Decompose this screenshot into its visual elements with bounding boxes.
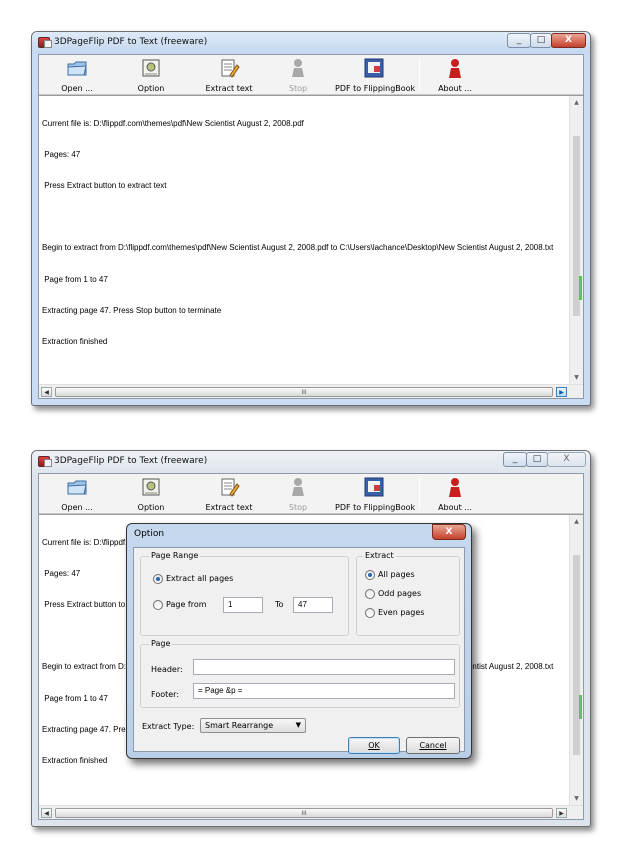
extract-title: Extract <box>363 551 396 560</box>
about-button[interactable]: About ... <box>435 57 475 93</box>
scroll-indicator <box>579 276 582 300</box>
cancel-button[interactable]: Cancel <box>406 737 460 754</box>
open-button[interactable]: Open ... <box>55 57 99 93</box>
vertical-scrollbar[interactable]: ▲ ▼ <box>569 515 583 805</box>
about-button[interactable]: About ... <box>435 476 475 512</box>
pdf-to-flippingbook-button[interactable]: PDF to FlippingBook <box>335 476 415 512</box>
extract-all-pages-radio[interactable]: Extract all pages <box>153 574 233 584</box>
scroll-down-arrow-icon[interactable]: ▼ <box>572 794 581 803</box>
scroll-down-arrow-icon[interactable]: ▼ <box>572 373 581 382</box>
pdf-to-flippingbook-button[interactable]: PDF to FlippingBook <box>335 57 415 93</box>
flippingbook-icon <box>364 477 384 497</box>
option-button[interactable]: Option <box>133 476 169 512</box>
log-line: Current file is: D:\flippdf.com\themes\p… <box>42 118 304 128</box>
page-range-title: Page Range <box>149 551 201 560</box>
dialog-body: Page Range Extract all pages Page from 1… <box>133 547 465 754</box>
option-icon <box>142 478 160 496</box>
extract-text-icon <box>221 59 240 78</box>
minimize-button[interactable]: _ <box>507 33 531 48</box>
scroll-up-arrow-icon[interactable]: ▲ <box>572 517 581 526</box>
title-bar[interactable]: 3DPageFlip PDF to Text (freeware) _ □ X <box>32 32 590 54</box>
close-button[interactable]: X <box>551 33 586 48</box>
extract-type-label: Extract Type: <box>142 722 195 731</box>
even-pages-radio[interactable]: Even pages <box>365 608 424 618</box>
toolbar: Open ... Option Extract text Stop PDF to… <box>39 55 583 95</box>
log-line: Extraction finished <box>42 336 108 346</box>
main-window-top: 3DPageFlip PDF to Text (freeware) _ □ X … <box>31 31 591 406</box>
title-bar[interactable]: 3DPageFlip PDF to Text (freeware) _ □ X <box>32 451 590 473</box>
to-label: To <box>275 600 284 609</box>
page-to-input[interactable]: 47 <box>293 597 333 613</box>
horizontal-scroll-thumb[interactable]: III <box>55 808 553 818</box>
scroll-left-arrow-icon[interactable]: ◀ <box>41 387 52 397</box>
flippingbook-icon <box>364 58 384 78</box>
log-text: Current file is: D:\flippdf.com\themes\p… <box>42 98 567 368</box>
horizontal-scrollbar[interactable]: ◀ III ▶ <box>39 805 583 819</box>
about-person-icon <box>449 59 461 78</box>
chevron-down-icon: ▼ <box>295 721 301 729</box>
folder-icon <box>67 61 87 76</box>
page-from-input[interactable]: 1 <box>223 597 263 613</box>
scroll-right-arrow-icon[interactable]: ▶ <box>556 808 567 818</box>
log-line: Page from 1 to 47 <box>42 274 108 284</box>
scroll-left-arrow-icon[interactable]: ◀ <box>41 808 52 818</box>
footer-label: Footer: <box>151 690 180 699</box>
extract-type-value: Smart Rearrange <box>205 721 274 730</box>
page-group-title: Page <box>149 639 173 648</box>
folder-icon <box>67 480 87 495</box>
option-button[interactable]: Option <box>133 57 169 93</box>
log-line: Begin to extract from D:\flippdf.com\the… <box>42 243 554 253</box>
extract-text-icon <box>221 478 240 497</box>
ok-button[interactable]: OK <box>348 737 400 754</box>
open-button[interactable]: Open ... <box>55 476 99 512</box>
stop-button[interactable]: Stop <box>283 57 313 93</box>
maximize-button[interactable]: □ <box>526 452 548 467</box>
scroll-right-arrow-icon[interactable]: ▶ <box>556 387 567 397</box>
horizontal-scrollbar[interactable]: ◀ III ▶ <box>39 384 583 398</box>
footer-input[interactable]: = Page &p = <box>193 683 455 699</box>
minimize-button[interactable]: _ <box>503 452 527 467</box>
option-dialog: Option X Page Range Extract all pages Pa… <box>126 523 472 759</box>
toolbar: Open ... Option Extract text Stop PDF to… <box>39 474 583 514</box>
horizontal-scroll-thumb[interactable]: III <box>55 387 553 397</box>
ok-button-label: OK <box>368 741 380 750</box>
odd-pages-radio[interactable]: Odd pages <box>365 589 421 599</box>
page-range-group: Page Range Extract all pages Page from 1… <box>140 551 349 636</box>
output-log[interactable]: Current file is: D:\flippdf.com\themes\p… <box>39 95 583 398</box>
maximize-button[interactable]: □ <box>530 33 552 48</box>
page-group: Page Header: Footer: = Page &p = <box>140 639 460 708</box>
page-from-radio[interactable]: Page from <box>153 600 207 610</box>
stop-icon <box>292 59 304 77</box>
dialog-close-button[interactable]: X <box>432 524 466 540</box>
window-title: 3DPageFlip PDF to Text (freeware) <box>54 456 208 466</box>
extract-type-select[interactable]: Smart Rearrange ▼ <box>200 718 306 733</box>
extract-group: Extract All pages Odd pages Even pages <box>356 551 460 636</box>
toolbar-separator <box>419 478 420 510</box>
log-line: Pages: 47 <box>42 150 81 160</box>
app-icon <box>38 456 52 467</box>
stop-icon <box>292 478 304 496</box>
log-line: Extracting page 47. Press Stop button to… <box>42 305 222 315</box>
all-pages-radio[interactable]: All pages <box>365 570 415 580</box>
client-area: Open ... Option Extract text Stop PDF to… <box>38 54 584 399</box>
scroll-indicator <box>579 695 582 719</box>
stop-button[interactable]: Stop <box>283 476 313 512</box>
cancel-button-label: Cancel <box>419 741 447 750</box>
scroll-up-arrow-icon[interactable]: ▲ <box>572 98 581 107</box>
app-icon <box>38 37 52 48</box>
dialog-title: Option <box>134 529 165 539</box>
vertical-scroll-thumb[interactable] <box>573 555 580 755</box>
log-line: Press Extract button to extract text <box>42 181 167 191</box>
header-label: Header: <box>151 665 183 674</box>
close-button[interactable]: X <box>547 452 586 467</box>
window-title: 3DPageFlip PDF to Text (freeware) <box>54 37 208 47</box>
extract-text-button[interactable]: Extract text <box>205 476 253 512</box>
header-input[interactable] <box>193 659 455 675</box>
about-person-icon <box>449 478 461 497</box>
extract-text-button[interactable]: Extract text <box>205 57 253 93</box>
vertical-scrollbar[interactable]: ▲ ▼ <box>569 96 583 384</box>
toolbar-separator <box>419 59 420 91</box>
option-icon <box>142 59 160 77</box>
